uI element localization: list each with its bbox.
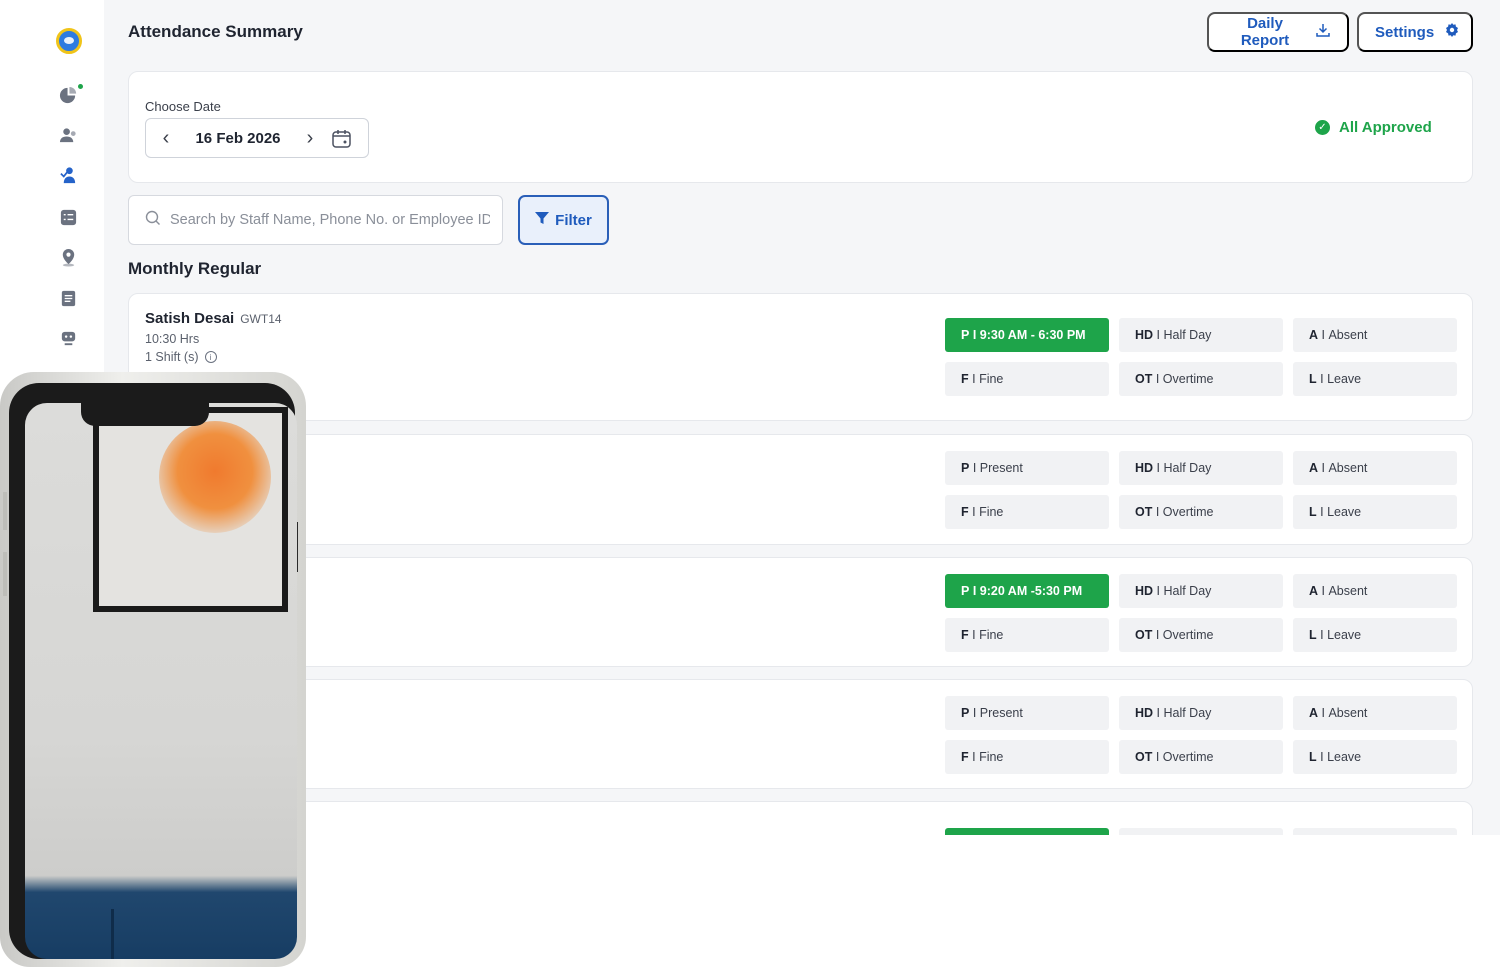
phone-volume-button [3, 492, 7, 530]
section-title: Monthly Regular [128, 259, 262, 278]
phone-notch [81, 400, 209, 426]
shift-count: 1 Shift (s) i [145, 350, 217, 364]
app-window: Attendance Summary Daily Report Settings… [0, 0, 1500, 967]
fine-chip[interactable]: F I Fine [945, 495, 1109, 529]
approval-status: ✓ All Approved [1315, 119, 1432, 136]
checklist-icon[interactable] [59, 208, 78, 227]
document-icon[interactable] [59, 289, 78, 308]
employee-id: GWT14 [240, 312, 282, 326]
staff-card: P I 9:20 AM -5:30 PM HD I Half Day A I A… [128, 557, 1473, 667]
fine-chip[interactable]: F I Fine [945, 618, 1109, 652]
notification-dot [78, 84, 83, 89]
filter-icon [535, 211, 550, 229]
overtime-chip[interactable]: OT I Overtime [1119, 618, 1283, 652]
phone-mockup [0, 372, 306, 967]
staff-name[interactable]: Satish Desai [145, 310, 234, 327]
selected-date: 16 Feb 2026 [195, 129, 281, 147]
overtime-chip[interactable]: OT I Overtime [1119, 740, 1283, 774]
search-input[interactable] [170, 212, 490, 228]
overtime-chip[interactable]: OT I Overtime [1119, 495, 1283, 529]
date-picker[interactable]: ‹ 16 Feb 2026 › [145, 118, 369, 158]
absent-chip[interactable]: A I Absent [1293, 696, 1457, 730]
location-icon[interactable] [59, 248, 78, 267]
half-day-chip[interactable]: HD I Half Day [1119, 574, 1283, 608]
info-icon[interactable]: i [204, 351, 217, 363]
choose-date-label: Choose Date [145, 99, 221, 114]
settings-button[interactable]: Settings [1357, 12, 1473, 52]
present-chip[interactable]: P I 9:30 AM - 6:30 PM [945, 318, 1109, 352]
work-hours: 10:30 Hrs [145, 332, 200, 346]
check-circle-icon: ✓ [1315, 120, 1330, 135]
content-fade-area [104, 835, 1500, 967]
phone-volume-button [3, 552, 7, 596]
pie-chart-icon[interactable] [59, 86, 78, 105]
absent-chip[interactable]: A I Absent [1293, 574, 1457, 608]
present-chip[interactable]: P I Present [945, 696, 1109, 730]
shift-count-text: 1 Shift (s) [145, 350, 199, 364]
staff-attendance-icon[interactable] [59, 166, 78, 185]
leave-chip[interactable]: L I Leave [1293, 362, 1457, 396]
staff-card: P I Present HD I Half Day A I Absent F I… [128, 679, 1473, 789]
daily-report-label: Daily Report [1240, 15, 1290, 49]
filter-label: Filter [555, 211, 592, 229]
page-title: Attendance Summary [128, 22, 303, 41]
search-box [128, 195, 503, 245]
half-day-chip[interactable]: HD I Half Day [1119, 696, 1283, 730]
phone-bezel [9, 383, 297, 959]
overtime-chip[interactable]: OT I Overtime [1119, 362, 1283, 396]
half-day-chip[interactable]: HD I Half Day [1119, 451, 1283, 485]
leave-chip[interactable]: L I Leave [1293, 740, 1457, 774]
leave-chip[interactable]: L I Leave [1293, 618, 1457, 652]
staff-card: P I Present HD I Half Day A I Absent F I… [128, 434, 1473, 545]
absent-chip[interactable]: A I Absent [1293, 318, 1457, 352]
wall-frame-image [93, 407, 288, 612]
approval-status-text: All Approved [1339, 119, 1432, 136]
half-day-chip[interactable]: HD I Half Day [1119, 318, 1283, 352]
date-selection-card: Choose Date ‹ 16 Feb 2026 › ✓ All Approv… [128, 71, 1473, 183]
download-icon [1315, 22, 1331, 42]
staff-header: Satish Desai GWT14 [145, 310, 282, 327]
present-chip[interactable]: P I 9:20 AM -5:30 PM [945, 574, 1109, 608]
sofa-cushion-divider [111, 909, 114, 959]
daily-report-button[interactable]: Daily Report [1207, 12, 1349, 52]
leave-chip[interactable]: L I Leave [1293, 495, 1457, 529]
filter-button[interactable]: Filter [518, 195, 609, 245]
present-chip[interactable]: P I Present [945, 451, 1109, 485]
gear-icon [1444, 22, 1460, 42]
staff-card: Satish Desai GWT14 10:30 Hrs 1 Shift (s)… [128, 293, 1473, 421]
fine-chip[interactable]: F I Fine [945, 740, 1109, 774]
previous-date-button[interactable]: ‹ [146, 127, 186, 150]
users-icon[interactable] [59, 126, 78, 145]
search-icon [145, 210, 161, 231]
settings-label: Settings [1375, 23, 1435, 41]
paint-splash-art [159, 421, 271, 533]
absent-chip[interactable]: A I Absent [1293, 451, 1457, 485]
phone-screen [25, 403, 297, 959]
app-logo[interactable] [56, 28, 82, 54]
support-icon[interactable] [59, 329, 78, 348]
calendar-icon[interactable] [331, 128, 352, 149]
next-date-button[interactable]: › [290, 127, 330, 150]
fine-chip[interactable]: F I Fine [945, 362, 1109, 396]
